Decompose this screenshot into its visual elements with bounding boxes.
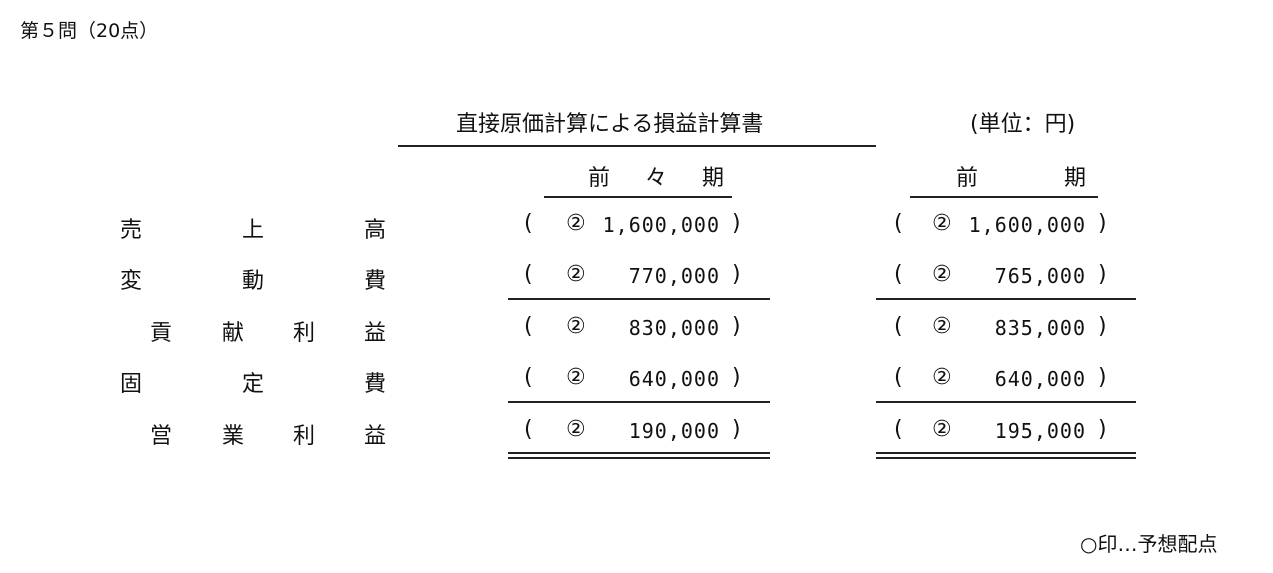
- paren-close: ): [1098, 417, 1107, 442]
- paren-open: (: [524, 262, 533, 287]
- paren-open: (: [524, 211, 533, 236]
- amount-value: 195,000: [994, 419, 1086, 443]
- paren-open: (: [894, 365, 903, 390]
- paren-open: (: [894, 417, 903, 442]
- amount-value: 1,600,000: [602, 213, 720, 237]
- row-label-char: 売: [120, 218, 143, 243]
- paren-close: ): [1098, 211, 1107, 236]
- total-double-rule: [876, 452, 1136, 459]
- amount-value: 640,000: [994, 367, 1086, 391]
- row-label-char: 費: [364, 372, 387, 397]
- row-label-char: 上: [242, 218, 265, 243]
- row-label-char: 営: [150, 424, 173, 449]
- paren-close: ): [732, 417, 741, 442]
- paren-open: (: [894, 211, 903, 236]
- subtotal-rule: [876, 401, 1136, 403]
- total-double-rule: [508, 452, 770, 459]
- score-legend: ○印…予想配点: [1080, 532, 1218, 556]
- row-label-char: 定: [242, 372, 265, 397]
- subtotal-rule: [508, 401, 770, 403]
- row-label-char: 貢: [150, 321, 173, 346]
- paren-open: (: [524, 314, 533, 339]
- period-underline: [544, 196, 732, 198]
- row-label-char: 変: [120, 269, 143, 294]
- title-underline: [398, 145, 876, 147]
- amount-value: 830,000: [628, 316, 720, 340]
- paren-close: ): [1098, 314, 1107, 339]
- row-label-char: 動: [242, 269, 265, 294]
- row-label-char: 献: [222, 321, 245, 346]
- row-label-char: 益: [364, 424, 387, 449]
- paren-close: ): [732, 211, 741, 236]
- period-header-prev: 前 期: [956, 166, 1101, 191]
- paren-close: ): [1098, 262, 1107, 287]
- subtotal-rule: [508, 298, 770, 300]
- amount-value: 1,600,000: [968, 213, 1086, 237]
- paren-open: (: [524, 417, 533, 442]
- unit-label: (単位：円): [970, 112, 1076, 137]
- paren-close: ): [1098, 365, 1107, 390]
- row-label-char: 益: [364, 321, 387, 346]
- amount-value: 770,000: [628, 264, 720, 288]
- paren-open: (: [894, 314, 903, 339]
- paren-open: (: [894, 262, 903, 287]
- subtotal-rule: [876, 298, 1136, 300]
- row-label-char: 費: [364, 269, 387, 294]
- paren-close: ): [732, 365, 741, 390]
- amount-value: 835,000: [994, 316, 1086, 340]
- paren-close: ): [732, 262, 741, 287]
- row-label-char: 業: [222, 424, 245, 449]
- question-heading: 第５問（20点）: [20, 20, 159, 42]
- statement-title: 直接原価計算による損益計算書: [456, 112, 764, 137]
- paren-close: ): [732, 314, 741, 339]
- row-label-char: 利: [293, 424, 316, 449]
- paren-open: (: [524, 365, 533, 390]
- row-label-char: 高: [364, 218, 387, 243]
- period-underline: [910, 196, 1098, 198]
- amount-value: 765,000: [994, 264, 1086, 288]
- period-header-prev-prev: 前 々 期: [588, 166, 738, 191]
- row-label-char: 利: [293, 321, 316, 346]
- row-label-char: 固: [120, 372, 143, 397]
- amount-value: 640,000: [628, 367, 720, 391]
- amount-value: 190,000: [628, 419, 720, 443]
